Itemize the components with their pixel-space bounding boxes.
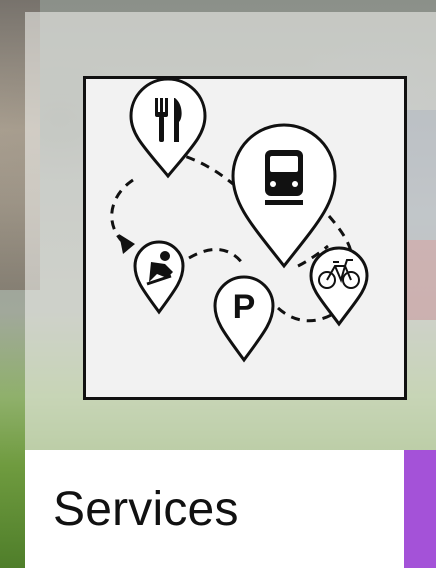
card-title[interactable]: Services — [53, 482, 239, 538]
accent-bar — [404, 450, 436, 568]
parking-letter: P — [233, 288, 256, 326]
services-card[interactable]: P Services — [25, 12, 436, 568]
services-illustration: P — [83, 76, 407, 400]
